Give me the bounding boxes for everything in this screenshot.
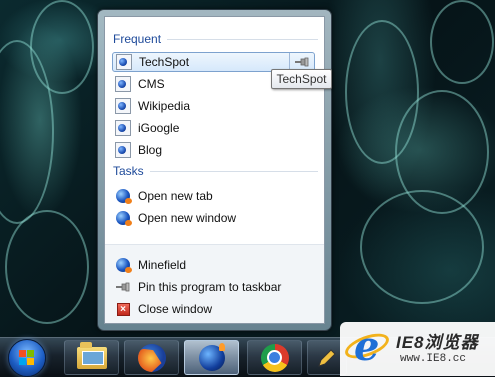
jumplist-item-label: TechSpot xyxy=(139,55,190,69)
ie-logo-icon: e xyxy=(341,324,393,370)
section-divider xyxy=(149,170,318,172)
chrome-icon xyxy=(260,343,289,372)
section-divider xyxy=(167,38,318,40)
techspot-tooltip: TechSpot xyxy=(271,69,332,89)
task-open-new-window[interactable]: Open new window xyxy=(112,208,315,228)
jump-list: Frequent TechSpot CMS Wikipedia iGoogle … xyxy=(104,16,325,324)
page-icon xyxy=(115,76,131,92)
taskbar-chrome-button[interactable] xyxy=(247,340,302,375)
jump-list-footer: Minefield Pin this program to taskbar × … xyxy=(105,244,324,323)
jumplist-item-blog[interactable]: Blog xyxy=(112,140,315,160)
jumplist-item-label: CMS xyxy=(138,77,165,91)
close-icon: × xyxy=(115,301,131,317)
jumplist-item-label: Wikipedia xyxy=(138,99,191,113)
page-icon xyxy=(115,98,131,114)
jumplist-item-wikipedia[interactable]: Wikipedia xyxy=(112,96,315,116)
pen-icon xyxy=(318,348,336,367)
task-label: Open new tab xyxy=(138,189,213,203)
jump-list-window: Frequent TechSpot CMS Wikipedia iGoogle … xyxy=(97,9,332,331)
jumplist-item-igoogle[interactable]: iGoogle xyxy=(112,118,315,138)
frequent-section-header: Frequent xyxy=(113,31,318,47)
folder-icon xyxy=(76,341,107,369)
wallpaper-vine xyxy=(430,0,494,84)
ie8-watermark: e IE8浏览器 www.IE8.cc xyxy=(340,322,495,376)
watermark-url: www.IE8.cc xyxy=(400,353,467,365)
globe-icon xyxy=(115,210,132,226)
footer-item-minefield[interactable]: Minefield xyxy=(112,255,315,275)
taskbar-firefox-button[interactable] xyxy=(124,340,179,375)
tasks-header-label: Tasks xyxy=(113,164,144,178)
wallpaper-vine xyxy=(30,0,94,94)
firefox-icon xyxy=(137,343,166,372)
windows-logo-icon xyxy=(19,350,35,366)
taskbar-explorer-button[interactable] xyxy=(64,340,119,375)
task-label: Open new window xyxy=(138,211,237,225)
minefield-icon xyxy=(115,257,132,273)
tasks-section-header: Tasks xyxy=(113,163,318,179)
tooltip-text: TechSpot xyxy=(276,72,327,86)
footer-item-close-window[interactable]: × Close window xyxy=(112,299,315,319)
frequent-header-label: Frequent xyxy=(113,32,162,46)
pin-icon xyxy=(115,279,131,295)
page-icon xyxy=(115,120,131,136)
pin-icon xyxy=(295,57,309,67)
globe-icon xyxy=(115,188,132,204)
jumplist-item-label: iGoogle xyxy=(138,121,180,135)
taskbar-minefield-button[interactable] xyxy=(184,340,239,375)
page-icon xyxy=(116,54,132,70)
footer-item-label: Pin this program to taskbar xyxy=(138,280,282,294)
wallpaper-vine xyxy=(5,210,89,324)
jumplist-item-label: Blog xyxy=(138,143,163,157)
wallpaper-vine xyxy=(360,190,484,304)
page-icon xyxy=(115,142,131,158)
footer-item-label: Minefield xyxy=(138,258,187,272)
minefield-icon xyxy=(198,342,225,371)
task-open-new-tab[interactable]: Open new tab xyxy=(112,186,315,206)
watermark-title: IE8浏览器 xyxy=(396,333,479,352)
footer-item-pin-program[interactable]: Pin this program to taskbar xyxy=(112,277,315,297)
start-button[interactable] xyxy=(8,339,46,377)
footer-item-label: Close window xyxy=(138,302,213,316)
